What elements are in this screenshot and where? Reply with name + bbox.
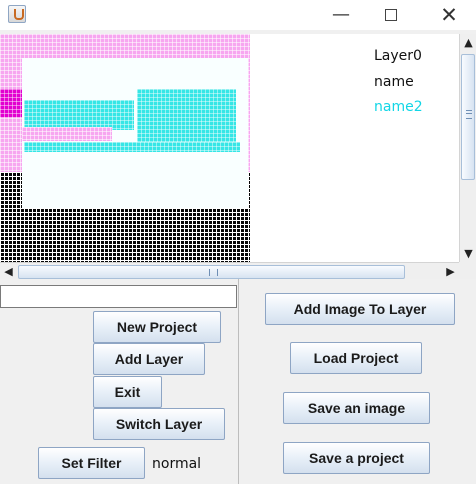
vertical-scroll-thumb[interactable] — [461, 54, 475, 180]
cyan-image-stripe — [24, 142, 240, 152]
active-layer-item[interactable]: name2 — [374, 95, 454, 121]
new-project-button[interactable]: New Project — [93, 311, 221, 343]
layer-list[interactable]: Layer0 name name2 — [374, 44, 454, 121]
text-input-field[interactable] — [0, 285, 237, 308]
exit-button[interactable]: Exit — [93, 376, 162, 408]
horizontal-scrollbar[interactable]: ◀ ▶ — [0, 262, 459, 279]
scroll-down-icon[interactable]: ▼ — [460, 245, 476, 262]
cyan-image-shape — [137, 89, 236, 145]
save-image-button[interactable]: Save an image — [283, 392, 430, 424]
window-title-bar: — ✕ — [0, 0, 476, 30]
close-button[interactable]: ✕ — [426, 0, 472, 30]
scroll-left-icon[interactable]: ◀ — [0, 263, 17, 280]
horizontal-scroll-thumb[interactable] — [18, 265, 405, 279]
load-project-button[interactable]: Load Project — [290, 342, 422, 374]
image-canvas[interactable]: Layer0 name name2 — [0, 34, 459, 262]
cyan-image-shape — [24, 100, 134, 130]
maximize-button[interactable] — [368, 0, 414, 30]
scroll-right-icon[interactable]: ▶ — [442, 263, 459, 280]
layer-item[interactable]: Layer0 — [374, 44, 454, 70]
pink-image-stripe — [22, 127, 112, 141]
vertical-scrollbar[interactable]: ▲ ▼ — [459, 34, 476, 262]
save-project-button[interactable]: Save a project — [283, 442, 430, 474]
scroll-up-icon[interactable]: ▲ — [460, 34, 476, 51]
magenta-image-patch — [0, 89, 22, 117]
java-cup-icon — [8, 5, 26, 23]
maximize-icon — [385, 9, 397, 21]
control-panel: New Project Add Layer Exit Switch Layer … — [0, 279, 476, 484]
scrollbar-corner — [459, 262, 476, 279]
set-filter-button[interactable]: Set Filter — [38, 447, 145, 479]
layer-item[interactable]: name — [374, 70, 454, 96]
add-image-to-layer-button[interactable]: Add Image To Layer — [265, 293, 455, 325]
add-layer-button[interactable]: Add Layer — [93, 343, 205, 375]
filter-status-label: normal — [152, 456, 202, 472]
panel-divider — [238, 279, 239, 484]
switch-layer-button[interactable]: Switch Layer — [93, 408, 225, 440]
minimize-button[interactable]: — — [318, 0, 364, 30]
